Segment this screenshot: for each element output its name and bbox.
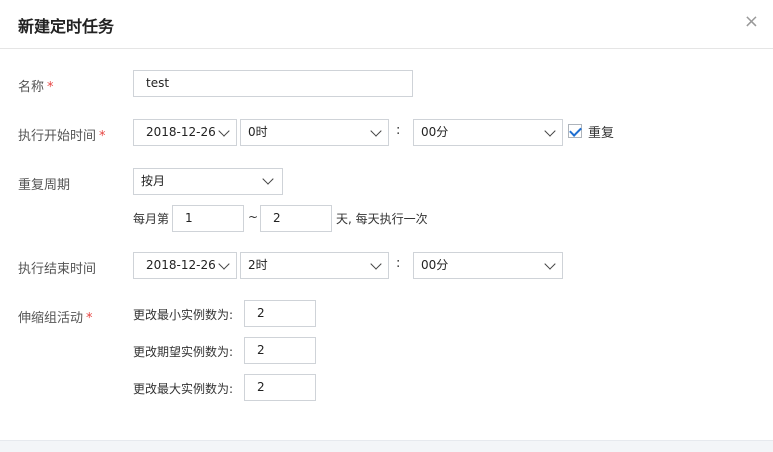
dialog-header: 新建定时任务 × xyxy=(0,0,773,49)
chevron-down-icon xyxy=(262,173,274,185)
start-time-label-text: 执行开始时间 xyxy=(18,129,97,144)
start-minute-select[interactable]: 00分 xyxy=(413,119,563,146)
desired-instances-label: 更改期望实例数为: xyxy=(133,345,234,359)
start-minute-value: 00分 xyxy=(421,125,449,139)
monthly-prefix: 每月第 xyxy=(133,212,170,226)
dialog-title: 新建定时任务 xyxy=(18,17,115,36)
end-date-select[interactable]: 2018-12-26 xyxy=(133,252,237,279)
end-time-label: 执行结束时间 xyxy=(18,262,97,277)
dialog-footer xyxy=(0,440,773,452)
chevron-down-icon xyxy=(218,125,230,137)
time-colon: : xyxy=(396,256,401,271)
desired-instances-input[interactable]: 2 xyxy=(244,337,316,364)
end-hour-value: 2时 xyxy=(248,258,268,272)
required-mark: * xyxy=(86,311,93,326)
to-day-input[interactable]: 2 xyxy=(260,205,332,232)
chevron-down-icon xyxy=(370,258,382,270)
end-date-value: 2018-12-26 xyxy=(146,258,216,272)
repeat-cycle-value: 按月 xyxy=(141,174,166,188)
monthly-suffix: 天, 每天执行一次 xyxy=(336,212,428,226)
scaling-activity-label-text: 伸缩组活动 xyxy=(18,311,84,326)
end-minute-select[interactable]: 00分 xyxy=(413,252,563,279)
chevron-down-icon xyxy=(544,258,556,270)
end-minute-value: 00分 xyxy=(421,258,449,272)
time-colon: : xyxy=(396,123,401,138)
checkmark-icon xyxy=(569,124,582,137)
name-label-text: 名称 xyxy=(18,80,45,95)
name-label: 名称 * xyxy=(18,76,54,95)
chevron-down-icon xyxy=(218,258,230,270)
repeat-cycle-label: 重复周期 xyxy=(18,178,71,193)
chevron-down-icon xyxy=(544,125,556,137)
max-instances-input[interactable]: 2 xyxy=(244,374,316,401)
start-date-value: 2018-12-26 xyxy=(146,125,216,139)
start-hour-value: 0时 xyxy=(248,125,268,139)
required-mark: * xyxy=(47,80,54,95)
start-hour-select[interactable]: 0时 xyxy=(240,119,389,146)
end-hour-select[interactable]: 2时 xyxy=(240,252,389,279)
chevron-down-icon xyxy=(370,125,382,137)
name-input[interactable]: test xyxy=(133,70,413,97)
scaling-activity-label: 伸缩组活动 * xyxy=(18,307,93,326)
start-date-select[interactable]: 2018-12-26 xyxy=(133,119,237,146)
repeat-checkbox[interactable] xyxy=(568,124,582,138)
start-time-label: 执行开始时间 * xyxy=(18,125,106,144)
repeat-checkbox-label[interactable]: 重复 xyxy=(588,122,614,141)
max-instances-label: 更改最大实例数为: xyxy=(133,382,234,396)
repeat-cycle-select[interactable]: 按月 xyxy=(133,168,283,195)
min-instances-input[interactable]: 2 xyxy=(244,300,316,327)
from-day-input[interactable]: 1 xyxy=(172,205,244,232)
range-separator: ~ xyxy=(248,210,259,224)
min-instances-label: 更改最小实例数为: xyxy=(133,308,234,322)
required-mark: * xyxy=(99,129,106,144)
close-icon[interactable]: × xyxy=(744,12,759,32)
